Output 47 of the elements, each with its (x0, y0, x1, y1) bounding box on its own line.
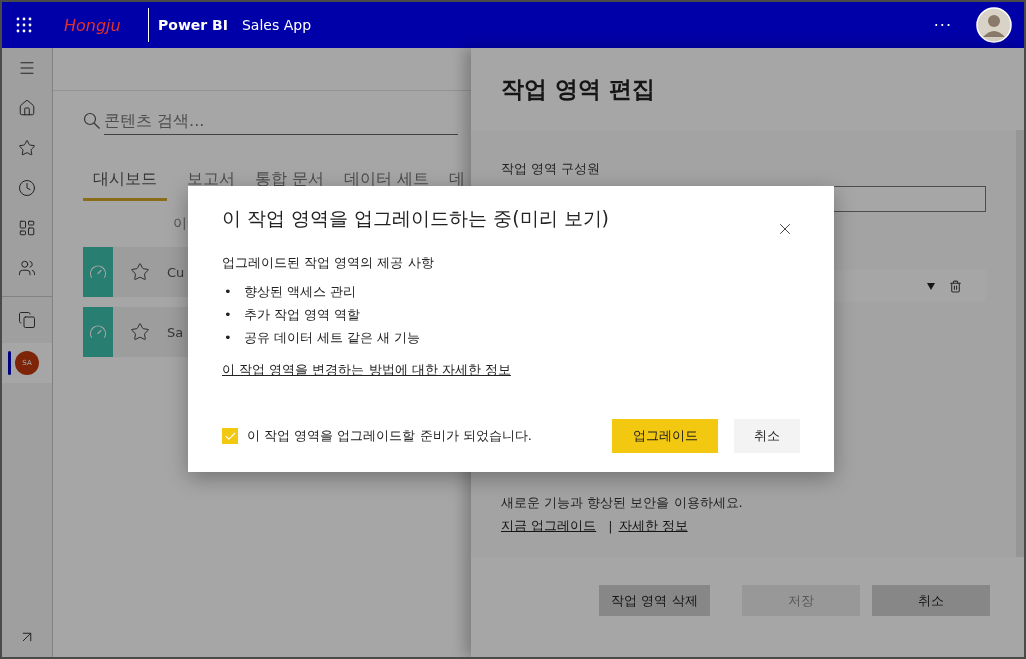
gauge-icon (89, 323, 107, 341)
bullet-marker: • (224, 283, 232, 300)
panel-button[interactable]: 작업 영역 삭제 (599, 585, 710, 616)
checkbox-label: 이 작업 영역을 업그레이드할 준비가 되었습니다. (247, 427, 533, 445)
upgrade-link[interactable]: 지금 업그레이드 (501, 517, 597, 535)
brand-logo: Hongju (64, 15, 122, 35)
upgrade-button[interactable]: 업그레이드 (612, 419, 718, 453)
info-link[interactable]: 자세한 정보 (618, 517, 688, 535)
more-button[interactable]: ··· (933, 15, 952, 35)
menu-icon[interactable] (18, 59, 36, 77)
stacked-windows-icon[interactable] (18, 311, 36, 329)
search-field[interactable]: 콘텐츠 검색... (104, 107, 458, 135)
separator: | (608, 518, 613, 534)
app-name: Sales App (241, 17, 313, 33)
people-icon[interactable] (18, 259, 36, 277)
panel-button[interactable]: 취소 (872, 585, 990, 616)
bullet-marker: • (224, 329, 232, 346)
home-icon[interactable] (18, 99, 36, 117)
panel-title: 작업 영역 편집 (501, 74, 655, 104)
item-name: Cu (167, 264, 185, 280)
upgrade-text: 새로운 기능과 향상된 보안을 이용하세요. (501, 494, 744, 512)
selection-bar (8, 351, 11, 375)
app-launcher-icon[interactable] (16, 17, 32, 33)
star-icon[interactable] (130, 262, 150, 282)
bullet-item: 공유 데이터 세트 같은 새 기능 (243, 329, 421, 346)
field-label: 작업 영역 구성원 (501, 160, 602, 178)
bullet-marker: • (224, 306, 232, 323)
tab[interactable]: 대시보드 (83, 169, 167, 201)
search-icon (83, 112, 101, 130)
star-icon[interactable] (18, 139, 36, 157)
apps-icon[interactable] (18, 219, 36, 237)
clock-icon[interactable] (18, 179, 36, 197)
product-name: Power BI (158, 17, 228, 33)
column-header: 이 (173, 215, 187, 233)
checkbox[interactable] (222, 428, 238, 444)
avatar[interactable] (976, 7, 1012, 43)
item-name: Sa (167, 324, 184, 340)
caret-icon (927, 282, 935, 290)
trash-icon[interactable] (949, 279, 962, 293)
cancel-button[interactable]: 취소 (734, 419, 800, 453)
info-link[interactable]: 이 작업 영역을 변경하는 방법에 대한 자세한 정보 (222, 361, 511, 379)
gauge-icon (89, 263, 107, 281)
star-icon[interactable] (130, 322, 150, 342)
dialog-title: 이 작업 영역을 업그레이드하는 중(미리 보기) (222, 206, 610, 231)
bullet-item: 향상된 액세스 관리 (243, 283, 356, 300)
dialog-subtitle: 업그레이드된 작업 영역의 제공 사항 (222, 254, 435, 272)
bullet-item: 추가 작업 영역 역할 (243, 306, 361, 323)
